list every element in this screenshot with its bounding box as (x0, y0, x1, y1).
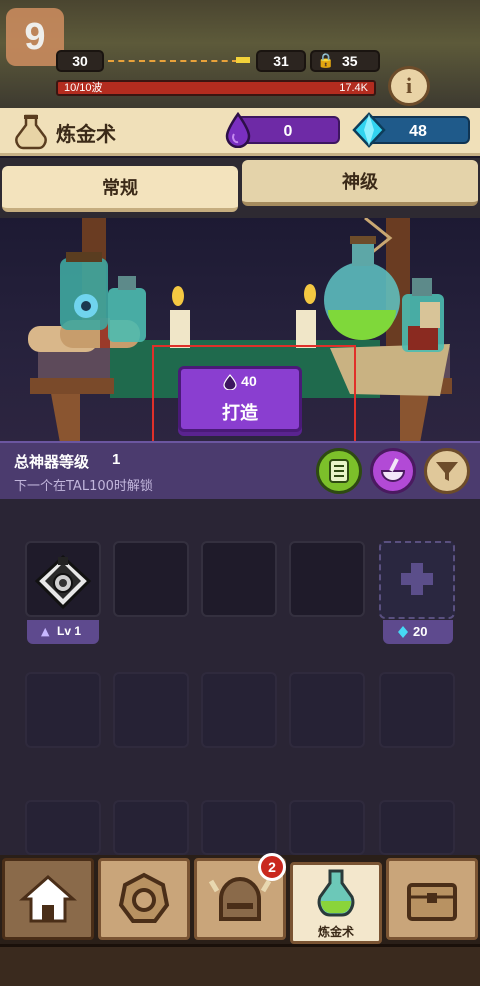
artifact-slot-3[interactable] (201, 541, 277, 617)
empty-slot (113, 800, 189, 855)
level-progress-marker (236, 57, 250, 63)
artifact-level: Lv 1 (57, 624, 82, 638)
artifact-slot-4[interactable] (289, 541, 365, 617)
alchemy-flask-icon (14, 114, 48, 150)
empty-slot (289, 800, 365, 855)
empty-slot (25, 672, 101, 748)
artifact-slot-2[interactable] (113, 541, 189, 617)
nav-home[interactable] (2, 858, 94, 940)
unlock-slot-button[interactable] (379, 541, 455, 619)
list-button[interactable] (316, 448, 362, 494)
gem-currency-value: 48 (409, 123, 427, 140)
nav-chest[interactable] (386, 858, 478, 940)
chest-icon (407, 883, 457, 921)
purple-currency-value: 0 (283, 123, 293, 140)
mortar-button[interactable] (370, 448, 416, 494)
empty-slot (201, 672, 277, 748)
bomb-potion-icon (34, 554, 92, 610)
artifact-total-level: 1 (112, 451, 121, 468)
potion-icon (317, 869, 355, 917)
nav-gear[interactable] (98, 858, 190, 940)
empty-slot (113, 672, 189, 748)
empty-slot (25, 800, 101, 855)
home-icon (19, 875, 77, 923)
empty-slot (289, 672, 365, 748)
gem-icon (352, 112, 386, 148)
gem-icon (397, 624, 409, 638)
scroll-list-icon (329, 459, 349, 483)
artifact-total-title: 总神器等级 (14, 453, 90, 471)
info-icon: i (405, 73, 413, 98)
info-button[interactable]: i (388, 66, 430, 106)
empty-slot (201, 800, 277, 855)
current-level: 30 (56, 50, 104, 72)
nav-alchemy[interactable]: 炼金术 (290, 862, 382, 944)
nav-floor (0, 944, 480, 986)
locked-level-box: 🔒 35 (310, 50, 380, 72)
lock-icon: 🔒 (317, 53, 335, 69)
next-level: 31 (256, 50, 306, 72)
level-progress-line (108, 60, 238, 62)
wave-text: 10/10波 (64, 82, 103, 94)
artifact-unlock-hint: 下一个在TAL100时解锁 (14, 479, 153, 494)
tab-divine[interactable]: 神级 (242, 160, 478, 206)
unlock-cost: 20 (413, 624, 428, 639)
artifact-level-tag: ▲ Lv 1 (27, 620, 99, 644)
level-up-arrow-icon: ▲ (41, 625, 50, 638)
gear-icon (118, 872, 170, 923)
locked-level: 35 (342, 53, 358, 69)
empty-slot (379, 800, 455, 855)
tab-regular[interactable]: 常规 (2, 166, 238, 212)
plus-icon (401, 563, 433, 595)
hero-badge: 2 (258, 853, 286, 881)
purple-drop-icon (224, 111, 252, 149)
filter-icon (436, 462, 458, 481)
empty-slot (379, 672, 455, 748)
page-title: 炼金术 (56, 122, 116, 146)
highlight-box (152, 345, 356, 443)
wave-value: 17.4K (339, 82, 368, 94)
wave-progress-bar: 10/10波 17.4K (56, 80, 376, 96)
mortar-icon (380, 458, 406, 482)
artifact-slot-1[interactable] (25, 541, 101, 617)
filter-button[interactable] (424, 448, 470, 494)
nav-alchemy-label: 炼金术 (317, 925, 354, 939)
unlock-cost-tag: 20 (383, 620, 453, 644)
